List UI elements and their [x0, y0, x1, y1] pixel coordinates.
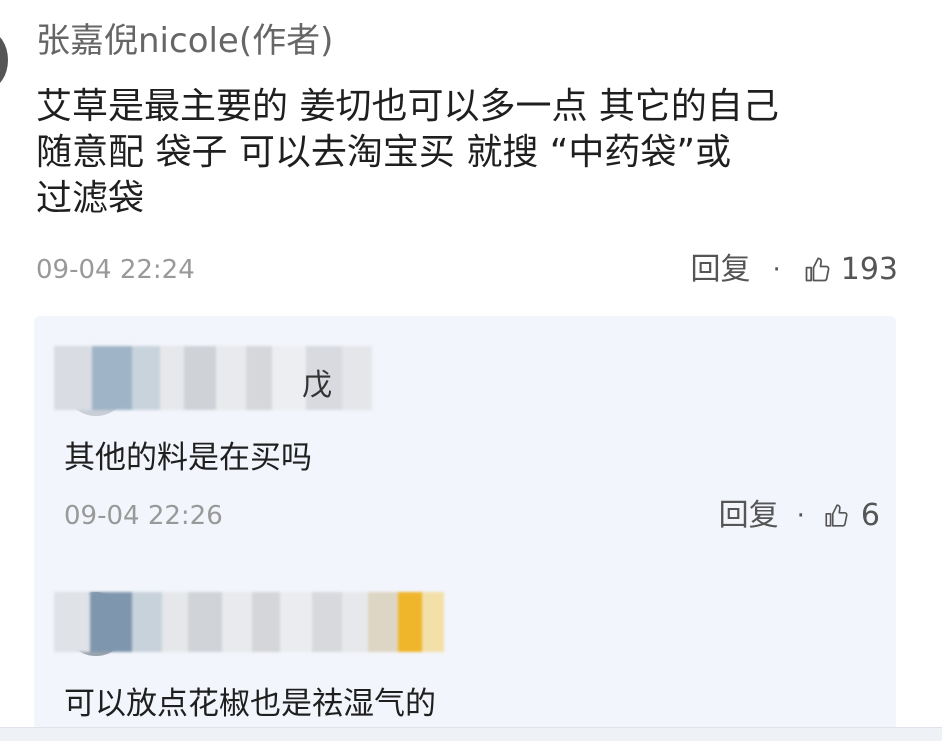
comment-author-name[interactable]: 张嘉倪nicole(作者): [36, 18, 333, 64]
author-avatar[interactable]: [0, 32, 8, 88]
reply-text: 可以放点花椒也是祛湿气的: [64, 686, 436, 722]
comment-line-1: 艾草是最主要的 姜切也可以多一点 其它的自己: [36, 86, 779, 127]
reply-username-redacted: [54, 592, 444, 652]
comment-line-2: 随意配 袋子 可以去淘宝买 就搜 “中药袋”或: [36, 132, 732, 173]
reply-meta: 09-04 22:26 回复 · 6: [64, 496, 880, 536]
like-count: 6: [860, 498, 880, 533]
reply-button[interactable]: 回复: [690, 250, 750, 290]
replies-panel: 戊 其他的料是在买吗 09-04 22:26 回复 · 6 可以放点花椒也是祛湿…: [34, 316, 896, 740]
reply-timestamp: 09-04 22:26: [64, 501, 223, 531]
thumbs-up-icon[interactable]: [803, 256, 831, 284]
thumbs-up-icon[interactable]: [823, 503, 849, 529]
like-count: 193: [840, 252, 898, 287]
reply-button[interactable]: 回复: [719, 496, 779, 536]
comment-meta: 09-04 22:24 回复 · 193: [36, 250, 898, 290]
reply-text: 其他的料是在买吗: [64, 440, 312, 476]
bottom-divider: [0, 727, 942, 741]
comment-body: 艾草是最主要的 姜切也可以多一点 其它的自己 随意配 袋子 可以去淘宝买 就搜 …: [36, 84, 904, 222]
comment-actions: 回复 · 193: [690, 250, 898, 290]
separator-dot: ·: [796, 501, 805, 531]
reply-username-suffix[interactable]: 戊: [302, 360, 332, 404]
comment-line-3: 过滤袋: [36, 178, 145, 219]
reply-actions: 回复 · 6: [719, 496, 880, 536]
separator-dot: ·: [772, 255, 781, 285]
comment-timestamp: 09-04 22:24: [36, 255, 195, 285]
